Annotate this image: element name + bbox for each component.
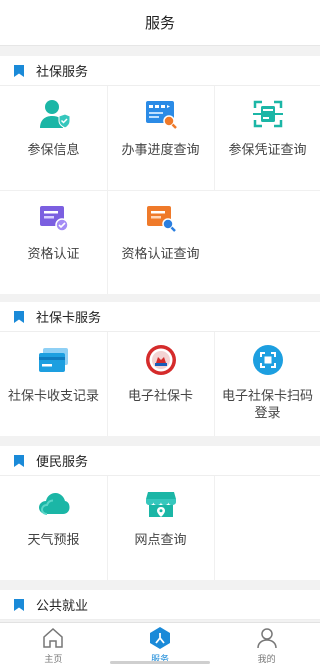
section-title: 便民服务 xyxy=(36,455,89,470)
service-item-label: 网点查询 xyxy=(134,533,187,548)
service-item-label: 资格认证查询 xyxy=(121,247,200,262)
service-list[interactable]: 社保服务 参保信息 办事进度查询 参保凭证查询 资格认证 资格认证查询 社保卡服… xyxy=(0,48,320,620)
bookmark-icon xyxy=(14,598,24,611)
service-icon xyxy=(150,627,170,649)
scan-document-icon xyxy=(252,100,283,128)
cloud-icon xyxy=(38,493,69,515)
certificate-search-icon xyxy=(146,206,176,232)
tab-home[interactable]: 主页 xyxy=(0,623,107,666)
service-item-outlet-query[interactable]: 网点查询 xyxy=(107,476,214,580)
person-shield-icon xyxy=(39,100,70,129)
progress-search-icon xyxy=(145,101,177,129)
section-social-security: 社保服务 参保信息 办事进度查询 参保凭证查询 资格认证 资格认证查询 xyxy=(0,56,320,294)
service-item-weather[interactable]: 天气预报 xyxy=(0,476,107,580)
service-item-label: 电子社保卡扫码登录 xyxy=(222,389,314,421)
section-header: 便民服务 xyxy=(0,446,320,476)
certificate-check-icon xyxy=(39,206,69,232)
service-item-label: 参保信息 xyxy=(27,143,80,158)
section-header: 公共就业 xyxy=(0,590,320,620)
service-item-card-records[interactable]: 社保卡收支记录 xyxy=(0,332,107,436)
tab-label: 主页 xyxy=(44,655,63,665)
service-item-scan-login[interactable]: 电子社保卡扫码登录 xyxy=(214,332,320,436)
section-title: 公共就业 xyxy=(36,599,89,614)
service-item-e-card[interactable]: 电子社保卡 xyxy=(107,332,214,436)
service-item-label: 办事进度查询 xyxy=(121,143,200,158)
home-icon xyxy=(43,627,64,648)
social-security-badge-icon xyxy=(145,345,176,375)
section-header: 社保服务 xyxy=(0,56,320,86)
store-location-icon xyxy=(145,492,176,517)
service-item-certificate-query[interactable]: 参保凭证查询 xyxy=(214,86,320,190)
service-item-label: 天气预报 xyxy=(27,533,80,548)
tab-mine[interactable]: 我的 xyxy=(213,623,320,666)
section-title: 社保服务 xyxy=(36,65,89,80)
section-title: 社保卡服务 xyxy=(36,311,102,326)
section-card-service: 社保卡服务 社保卡收支记录 电子社保卡 电子社保卡扫码登录 xyxy=(0,302,320,436)
service-item-label: 电子社保卡 xyxy=(127,389,193,404)
bookmark-icon xyxy=(14,454,24,467)
service-item-label: 参保凭证查询 xyxy=(228,143,307,158)
tab-bar: 主页 服务 我的 xyxy=(0,622,320,666)
service-item-insurance-info[interactable]: 参保信息 xyxy=(0,86,107,190)
home-indicator xyxy=(110,661,210,664)
section-convenience: 便民服务 天气预报 网点查询 xyxy=(0,446,320,580)
tab-service[interactable]: 服务 xyxy=(107,623,214,666)
service-item-label: 社保卡收支记录 xyxy=(8,389,100,404)
section-employment: 公共就业 xyxy=(0,590,320,620)
bookmark-icon xyxy=(14,310,24,323)
service-item-qualification-query[interactable]: 资格认证查询 xyxy=(107,190,214,294)
service-item-label: 资格认证 xyxy=(27,247,80,262)
card-icon xyxy=(38,348,68,372)
page-title: 服务 xyxy=(144,14,175,32)
service-item-progress-query[interactable]: 办事进度查询 xyxy=(107,86,214,190)
bookmark-icon xyxy=(14,64,24,77)
scan-login-icon xyxy=(252,345,283,375)
tab-label: 我的 xyxy=(257,655,276,665)
user-icon xyxy=(256,628,277,649)
top-bar: 服务 xyxy=(0,0,320,46)
service-item-qualification-auth[interactable]: 资格认证 xyxy=(0,190,107,294)
section-header: 社保卡服务 xyxy=(0,302,320,332)
